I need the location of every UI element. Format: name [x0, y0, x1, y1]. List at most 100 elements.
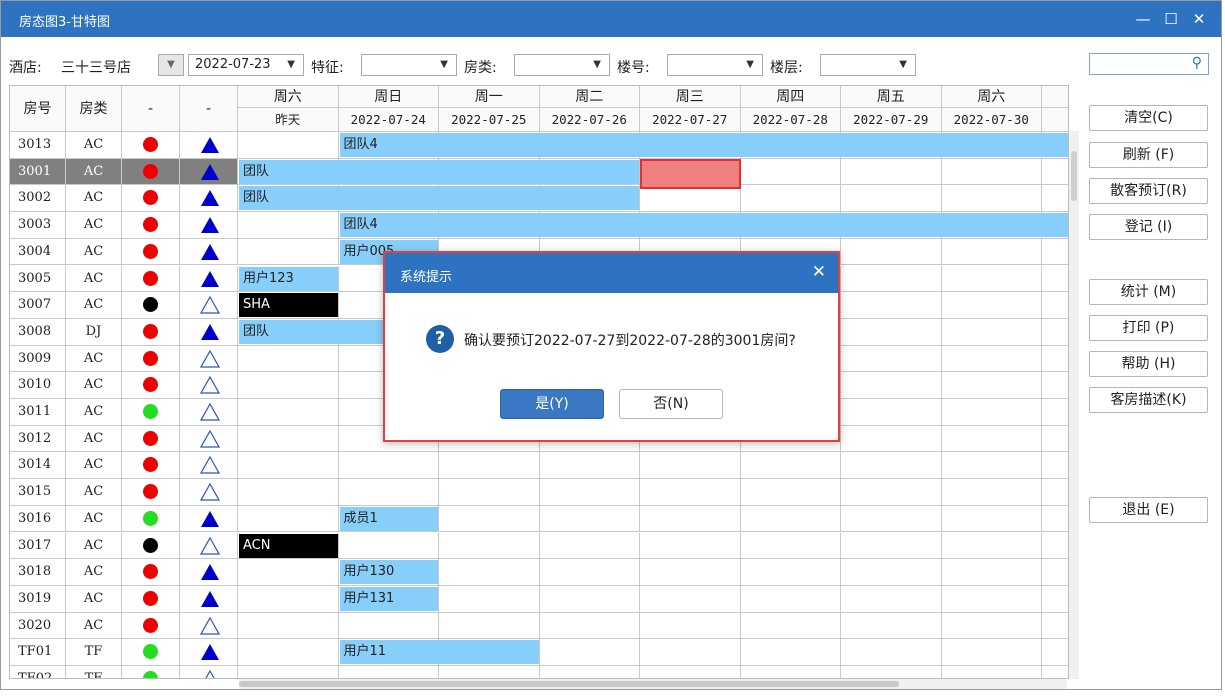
day-cell[interactable]	[841, 559, 942, 586]
day-cell[interactable]	[941, 372, 1042, 399]
day-cell[interactable]	[640, 185, 741, 213]
day-cell[interactable]	[1042, 506, 1068, 533]
dialog-close-icon[interactable]: ✕	[812, 262, 826, 282]
day-cell[interactable]	[841, 318, 942, 346]
room-type-cell[interactable]: AC	[66, 612, 122, 640]
day-cell[interactable]	[841, 452, 942, 480]
booking-bar[interactable]: ACN	[239, 533, 338, 558]
print-button[interactable]: 打印 (P)	[1089, 315, 1208, 341]
day-cell[interactable]	[439, 612, 540, 640]
day-cell[interactable]	[841, 158, 942, 186]
day-cell[interactable]	[640, 612, 741, 640]
day-cell[interactable]	[338, 532, 439, 560]
day-cell[interactable]	[740, 639, 841, 666]
booking-bar[interactable]: 团队	[239, 159, 639, 184]
day-cell[interactable]	[941, 238, 1042, 266]
day-cell[interactable]	[1042, 239, 1068, 266]
room-type-cell[interactable]: AC	[66, 479, 122, 506]
booking-bar[interactable]: 团队4	[339, 213, 1068, 238]
roomtype-select[interactable]: ▼	[514, 54, 610, 76]
day-cell[interactable]	[539, 585, 640, 613]
room-description-button[interactable]: 客房描述(K)	[1089, 387, 1208, 413]
day-cell[interactable]	[841, 505, 942, 533]
room-type-cell[interactable]: AC	[66, 158, 122, 186]
room-number-cell[interactable]: 3007	[10, 292, 66, 319]
date-select[interactable]: 2022-07-23 ▼	[188, 54, 304, 76]
room-type-cell[interactable]: AC	[66, 585, 122, 613]
day-cell[interactable]	[439, 585, 540, 613]
day-cell[interactable]	[841, 532, 942, 560]
day-cell[interactable]	[841, 666, 942, 678]
day-cell[interactable]	[1042, 372, 1068, 399]
room-number-cell[interactable]: 3020	[10, 612, 66, 640]
day-cell[interactable]	[841, 345, 942, 373]
day-cell[interactable]	[439, 559, 540, 586]
hotel-value[interactable]: 三十三号店	[61, 57, 131, 77]
day-cell[interactable]	[841, 585, 942, 613]
room-number-cell[interactable]: 3012	[10, 425, 66, 453]
day-cell[interactable]	[740, 505, 841, 533]
day-cell[interactable]	[640, 666, 741, 678]
day-cell[interactable]	[238, 212, 339, 239]
day-cell[interactable]	[539, 612, 640, 640]
booking-bar[interactable]: 用户131	[339, 586, 438, 611]
room-number-cell[interactable]: 3013	[10, 132, 66, 159]
day-cell[interactable]	[1042, 666, 1068, 678]
day-cell[interactable]	[238, 345, 339, 373]
day-cell[interactable]	[1042, 319, 1068, 346]
day-cell[interactable]	[439, 505, 540, 533]
day-cell[interactable]	[841, 639, 942, 666]
booking-bar[interactable]: 成员1	[339, 506, 438, 531]
booking-bar[interactable]: SHA	[239, 293, 338, 318]
day-cell[interactable]	[941, 425, 1042, 453]
room-number-cell[interactable]: 3011	[10, 399, 66, 426]
day-cell[interactable]	[238, 505, 339, 533]
day-cell[interactable]	[841, 372, 942, 399]
day-cell[interactable]	[941, 292, 1042, 319]
day-cell[interactable]	[1042, 292, 1068, 319]
room-number-cell[interactable]: TF01	[10, 639, 66, 666]
day-cell[interactable]	[941, 479, 1042, 506]
day-cell[interactable]	[741, 666, 841, 678]
room-type-cell[interactable]: AC	[66, 559, 122, 586]
day-cell[interactable]	[941, 399, 1042, 426]
room-number-cell[interactable]: 3018	[10, 559, 66, 586]
day-cell[interactable]	[740, 532, 841, 560]
refresh-button[interactable]: 刷新 (F)	[1089, 142, 1208, 168]
day-cell[interactable]	[740, 559, 841, 586]
day-cell[interactable]	[238, 238, 339, 266]
room-type-cell[interactable]: AC	[66, 399, 122, 426]
room-type-cell[interactable]: AC	[66, 372, 122, 399]
checkin-button[interactable]: 登记 (I)	[1089, 214, 1208, 240]
selected-date-range[interactable]	[640, 158, 741, 190]
room-type-cell[interactable]: DJ	[66, 318, 122, 346]
day-cell[interactable]	[439, 452, 540, 480]
day-cell[interactable]	[740, 585, 841, 613]
day-cell[interactable]	[941, 265, 1042, 293]
status2-header[interactable]: -	[180, 86, 238, 132]
day-cell[interactable]	[1042, 639, 1068, 666]
room-number-cell[interactable]: 3016	[10, 505, 66, 533]
day-cell[interactable]	[238, 666, 339, 678]
day-cell[interactable]	[338, 612, 439, 640]
room-type-cell[interactable]: TF	[66, 666, 122, 678]
day-cell[interactable]	[640, 452, 741, 480]
day-cell[interactable]	[338, 452, 439, 480]
day-cell[interactable]	[1042, 559, 1068, 586]
day-cell[interactable]	[640, 559, 741, 586]
day-cell[interactable]	[238, 399, 339, 426]
building-select[interactable]: ▼	[667, 54, 763, 76]
day-cell[interactable]	[238, 452, 339, 480]
day-cell[interactable]	[942, 666, 1042, 678]
day-cell[interactable]	[640, 479, 741, 506]
help-button[interactable]: 帮助 (H)	[1089, 351, 1208, 377]
room-number-cell[interactable]: 3009	[10, 345, 66, 373]
day-cell[interactable]	[439, 479, 540, 506]
day-cell[interactable]	[539, 479, 640, 506]
day-cell[interactable]	[539, 452, 640, 480]
day-cell[interactable]	[1042, 479, 1068, 506]
maximize-icon[interactable]: ☐	[1157, 7, 1185, 31]
day-cell[interactable]	[941, 185, 1042, 213]
room-number-cell[interactable]: 3002	[10, 185, 66, 213]
day-cell[interactable]	[740, 185, 841, 213]
